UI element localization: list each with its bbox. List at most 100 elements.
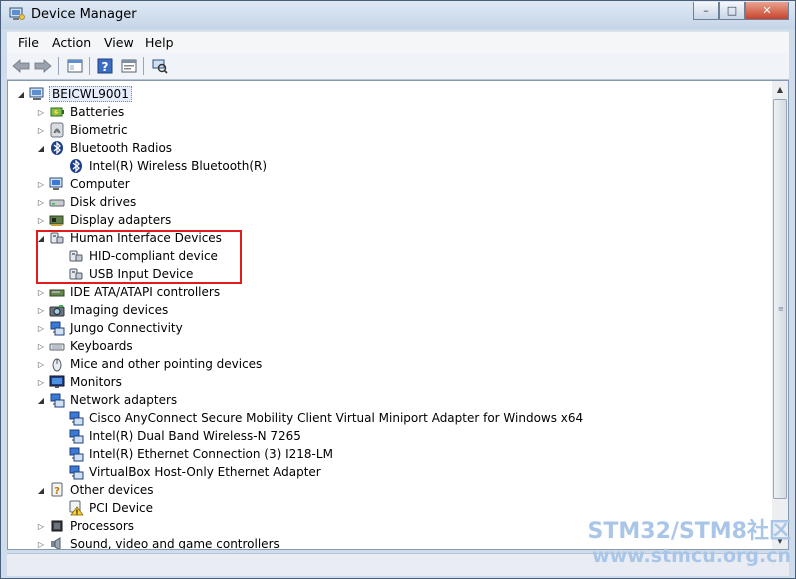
warning-device-icon: ! (68, 500, 84, 516)
forward-icon[interactable] (33, 56, 53, 76)
toolbar-separator (143, 57, 144, 75)
tree-item-label: BEICWL9001 (49, 86, 132, 102)
root-computer-icon (29, 86, 45, 102)
menu-file[interactable]: File (18, 35, 39, 50)
collapsed-arrow-icon[interactable]: ▷ (36, 360, 46, 369)
menu-action[interactable]: Action (52, 35, 91, 50)
scan-hardware-icon[interactable] (150, 56, 170, 76)
scroll-up-icon[interactable]: ▲ (772, 81, 788, 98)
menu-bar: File Action View Help (7, 31, 789, 54)
tree-item-label: Imaging devices (70, 303, 169, 317)
collapsed-arrow-icon[interactable]: ▷ (36, 126, 46, 135)
collapsed-arrow-icon[interactable]: ▷ (36, 306, 46, 315)
collapsed-arrow-icon[interactable]: ▷ (36, 540, 46, 549)
svg-text:!: ! (75, 509, 78, 517)
mouse-icon (49, 356, 65, 372)
battery-icon (49, 104, 65, 120)
watermark: STM32/STM8社区 www.stmcu.org.cn (567, 519, 791, 567)
display-adapter-icon (49, 212, 65, 228)
properties-icon[interactable] (119, 56, 139, 76)
tree-item-label: Other devices (70, 483, 154, 497)
collapsed-arrow-icon[interactable]: ▷ (36, 522, 46, 531)
tree-category[interactable]: ▷ Monitors (36, 373, 123, 391)
tree-category[interactable]: ▷ Keyboards (36, 337, 134, 355)
tree-category[interactable]: ▷ IDE ATA/ATAPI controllers (36, 283, 221, 301)
vertical-scrollbar[interactable]: ▲ ≡ ▼ (772, 80, 789, 550)
menu-help[interactable]: Help (145, 35, 174, 50)
tree-item-label: Display adapters (70, 213, 172, 227)
tree-category[interactable]: ▷ Disk drives (36, 193, 137, 211)
show-hide-console-tree-icon[interactable] (65, 56, 85, 76)
tree-item-label: PCI Device (89, 501, 154, 515)
window-title: Device Manager (31, 7, 137, 22)
expanded-arrow-icon[interactable]: ◢ (36, 486, 46, 495)
network-adapter-icon (68, 428, 84, 444)
collapsed-arrow-icon[interactable]: ▷ (36, 216, 46, 225)
tree-item-label: Intel(R) Ethernet Connection (3) I218-LM (89, 447, 333, 461)
biometric-icon (49, 122, 65, 138)
svg-text:?: ? (54, 486, 60, 497)
close-button[interactable]: ✕ (745, 2, 789, 20)
collapsed-arrow-icon[interactable]: ▷ (36, 108, 46, 117)
menu-view[interactable]: View (104, 35, 134, 50)
tree-item-label: Batteries (70, 105, 125, 119)
expanded-arrow-icon[interactable]: ◢ (36, 144, 46, 153)
tree-item-label: VirtualBox Host-Only Ethernet Adapter (89, 465, 321, 479)
watermark-line2: www.stmcu.org.cn (592, 545, 791, 567)
tree-device[interactable]: Intel(R) Ethernet Connection (3) I218-LM (55, 445, 334, 463)
tree-device[interactable]: VirtualBox Host-Only Ethernet Adapter (55, 463, 322, 481)
tree-device[interactable]: Intel(R) Dual Band Wireless-N 7265 (55, 427, 302, 445)
tree-category[interactable]: ▷ Computer (36, 175, 131, 193)
ide-controller-icon (49, 284, 65, 300)
bluetooth-icon (68, 158, 84, 174)
tree-category[interactable]: ▷ Batteries (36, 103, 125, 121)
tree-item-label: Sound, video and game controllers (70, 537, 280, 550)
collapsed-arrow-icon[interactable]: ▷ (36, 342, 46, 351)
collapsed-arrow-icon[interactable]: ▷ (36, 288, 46, 297)
device-tree[interactable]: ◢ BEICWL9001 ▷ Batteries ▷ Biometric ◢ Bluetoot… (7, 80, 773, 550)
collapsed-arrow-icon[interactable]: ▷ (36, 198, 46, 207)
tree-item-label: Network adapters (70, 393, 178, 407)
tree-item-label: Mice and other pointing devices (70, 357, 263, 371)
toolbar-separator (89, 57, 90, 75)
tree-device[interactable]: Cisco AnyConnect Secure Mobility Client … (55, 409, 584, 427)
scrollbar-thumb[interactable]: ≡ (773, 99, 787, 499)
network-adapter-icon (49, 392, 65, 408)
sound-icon (49, 536, 65, 549)
network-adapter-icon (68, 410, 84, 426)
tree-category[interactable]: ▷ Imaging devices (36, 301, 169, 319)
collapsed-arrow-icon[interactable]: ▷ (36, 324, 46, 333)
highlight-box-hid (36, 230, 242, 284)
tree-root[interactable]: ◢ BEICWL9001 (16, 85, 132, 103)
monitor-icon (49, 374, 65, 390)
tree-category[interactable]: ◢ Bluetooth Radios (36, 139, 173, 157)
tree-category[interactable]: ◢ Network adapters (36, 391, 178, 409)
tree-item-label: Disk drives (70, 195, 137, 209)
tree-item-label: Intel(R) Wireless Bluetooth(R) (89, 159, 268, 173)
network-adapter-icon (68, 464, 84, 480)
title-bar[interactable]: Device Manager – □ ✕ (1, 1, 795, 29)
tree-item-label: Cisco AnyConnect Secure Mobility Client … (89, 411, 584, 425)
collapsed-arrow-icon[interactable]: ▷ (36, 378, 46, 387)
tree-category[interactable]: ▷ Jungo Connectivity (36, 319, 184, 337)
tree-category[interactable]: ◢? Other devices (36, 481, 155, 499)
tree-category[interactable]: ▷ Processors (36, 517, 135, 535)
tree-item-label: Monitors (70, 375, 122, 389)
expanded-arrow-icon[interactable]: ◢ (36, 396, 46, 405)
collapsed-arrow-icon[interactable]: ▷ (36, 180, 46, 189)
expanded-arrow-icon[interactable]: ◢ (16, 90, 26, 99)
keyboard-icon (49, 338, 65, 354)
tree-device[interactable]: Intel(R) Wireless Bluetooth(R) (55, 157, 268, 175)
tree-category[interactable]: ▷ Sound, video and game controllers (36, 535, 281, 550)
back-icon[interactable] (11, 56, 31, 76)
minimize-button[interactable]: – (693, 2, 719, 20)
tree-category[interactable]: ▷ Display adapters (36, 211, 172, 229)
help-icon[interactable]: ? (95, 56, 115, 76)
tree-category[interactable]: ▷ Mice and other pointing devices (36, 355, 263, 373)
tree-device[interactable]: ! PCI Device (55, 499, 154, 517)
other-devices-icon: ? (49, 482, 65, 498)
tree-category[interactable]: ▷ Biometric (36, 121, 129, 139)
maximize-button[interactable]: □ (719, 2, 745, 20)
watermark-line1: STM32/STM8社区 (587, 519, 791, 544)
window-controls: – □ ✕ (693, 2, 789, 20)
